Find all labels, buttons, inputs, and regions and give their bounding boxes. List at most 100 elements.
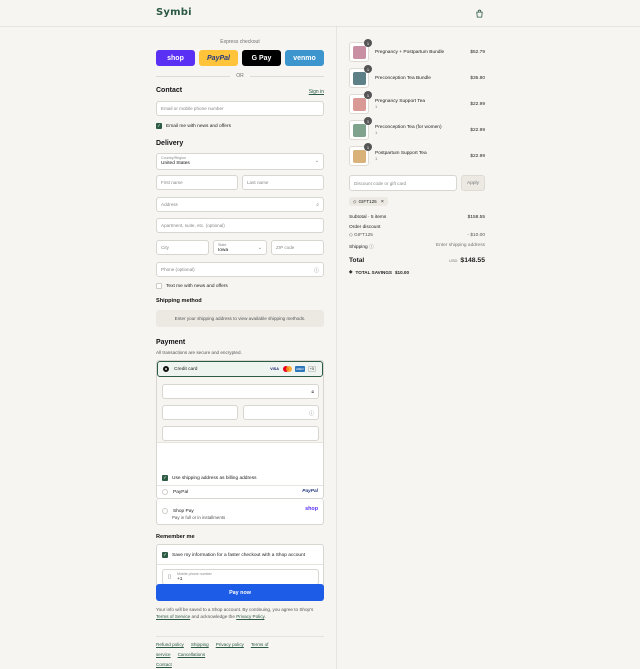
privacy-policy-footer-link[interactable]: Privacy policy	[216, 642, 244, 647]
shipping-row: Shipping ⓘ Enter shipping address	[349, 243, 485, 250]
lock-icon: 🔒︎	[311, 389, 314, 395]
product-thumbnail: 1	[349, 117, 372, 140]
quantity-badge: 1	[364, 117, 372, 125]
product-thumbnail: 1	[349, 91, 372, 114]
subtotal-row: Subtotal · 5 items $158.55	[349, 215, 485, 220]
refund-policy-link[interactable]: Refund policy	[156, 642, 184, 647]
cancellations-link[interactable]: Cancellations	[178, 652, 206, 657]
name-on-card-input[interactable]	[162, 426, 319, 441]
zip-input[interactable]: ZIP code	[271, 240, 324, 255]
first-name-input[interactable]: First name	[156, 175, 238, 190]
header: Symbi	[0, 0, 640, 27]
line-item: 1 Pregnancy + Postpartum Bundle $52.79	[349, 39, 485, 63]
column-divider	[336, 27, 337, 669]
contact-title: Contact	[156, 87, 183, 94]
apply-button[interactable]: Apply	[461, 175, 485, 191]
search-icon: ⌕	[316, 202, 319, 208]
pay-now-button[interactable]: Pay now	[156, 584, 324, 601]
mobile-phone-input[interactable]: ▯ Mobile phone number +1	[162, 569, 319, 585]
contact-link[interactable]: Contact	[156, 662, 172, 667]
logo[interactable]: Symbi	[156, 7, 192, 18]
paypal-logo: PayPal	[302, 489, 318, 494]
help-icon[interactable]: ⓘ	[314, 267, 319, 274]
shipping-link[interactable]: Shipping	[191, 642, 209, 647]
order-discount-label: Order discount	[349, 225, 381, 230]
tag-icon: ◈	[349, 269, 353, 274]
discount-row: ◇ GIFT125- $10.00	[349, 233, 485, 238]
last-name-input[interactable]: Last name	[242, 175, 324, 190]
address-input[interactable]: Address ⌕	[156, 197, 324, 212]
delivery-title: Delivery	[156, 140, 184, 147]
product-thumbnail: 1	[349, 65, 372, 88]
product-thumbnail: 1	[349, 143, 372, 166]
email-news-checkbox[interactable]: ✓ Email me with news and offers	[156, 123, 231, 129]
quantity-badge: 1	[364, 143, 372, 151]
shop-pay-button[interactable]: shop	[156, 50, 195, 66]
shop-pay-option[interactable]: Shop Pay Pay in full or in installments …	[156, 499, 324, 525]
terms-of-service-link[interactable]: Terms of Service	[156, 614, 190, 619]
line-item: 1 Preconception Tea (for women) 1 $22.99	[349, 117, 485, 141]
country-select[interactable]: Country/Region United States ⌄	[156, 153, 324, 170]
shipping-info: Enter your shipping address to view avai…	[156, 310, 324, 327]
paypal-option[interactable]: PayPal	[162, 489, 188, 495]
phone-input[interactable]: Phone (optional) ⓘ	[156, 262, 324, 277]
payment-title: Payment	[156, 339, 186, 346]
card-details: 🔒︎ ⓘ	[157, 377, 323, 443]
city-input[interactable]: City	[156, 240, 209, 255]
quantity-badge: 1	[364, 39, 372, 47]
billing-same-checkbox[interactable]: ✓ Use shipping address as billing address	[162, 475, 257, 481]
state-select[interactable]: State Iowa ⌄	[213, 240, 267, 255]
privacy-policy-link[interactable]: Privacy Policy	[236, 614, 264, 619]
product-price: $36.80	[470, 75, 485, 81]
venmo-button[interactable]: venmo	[285, 50, 324, 66]
product-name: Preconception Tea Bundle	[375, 75, 431, 81]
phone-icon: ▯	[168, 574, 172, 580]
payment-methods: Credit card VISA AMEX +5 🔒︎ ⓘ ✓ Use shipp…	[156, 360, 324, 499]
more-cards-badge: +5	[307, 366, 316, 372]
product-price: $22.99	[470, 127, 485, 133]
check-icon: ✓	[156, 123, 162, 129]
expiry-input[interactable]	[162, 405, 238, 420]
visa-icon: VISA	[270, 367, 279, 371]
product-price: $22.99	[470, 101, 485, 107]
email-input[interactable]: Email or mobile phone number	[156, 101, 324, 116]
shipping-method-title: Shipping method	[156, 298, 202, 304]
line-item: 1 Pregnancy Support Tea 1 $22.99	[349, 91, 485, 115]
quantity-badge: 1	[364, 91, 372, 99]
discount-input[interactable]: Discount code or gift card	[349, 175, 457, 191]
security-code-input[interactable]: ⓘ	[243, 405, 319, 420]
help-icon[interactable]: ⓘ	[368, 245, 374, 250]
product-variant: 1	[375, 130, 378, 135]
text-news-checkbox[interactable]: Text me with news and offers	[156, 283, 228, 289]
remove-code-icon[interactable]: ×	[381, 199, 384, 205]
product-variant: 1	[375, 104, 378, 109]
product-price: $22.99	[470, 153, 485, 159]
help-icon[interactable]: ⓘ	[309, 410, 314, 417]
line-item: 1 Preconception Tea Bundle $36.80	[349, 65, 485, 89]
sign-in-link[interactable]: Sign in	[309, 89, 324, 95]
shopping-bag-icon[interactable]	[475, 9, 484, 18]
express-checkout-label: Express checkout	[220, 39, 260, 45]
chevron-down-icon: ⌄	[257, 245, 262, 251]
google-pay-button[interactable]: G Pay	[242, 50, 281, 66]
product-thumbnail: 1	[349, 39, 372, 62]
applied-code-tag: ◇ GIFT125 ×	[349, 197, 388, 206]
tag-icon: ◇	[353, 198, 357, 204]
footer-links: Refund policy Shipping Privacy policy Terms…	[156, 640, 324, 669]
product-name: Pregnancy + Postpartum Bundle	[375, 49, 445, 55]
legal-text: Your info will be saved to a Shop accoun…	[156, 607, 314, 619]
check-icon: ✓	[162, 552, 168, 558]
mastercard-icon	[282, 366, 292, 372]
save-info-checkbox[interactable]: ✓ Save my information for a faster checko…	[162, 552, 305, 558]
payment-subtitle: All transactions are secure and encrypte…	[156, 350, 242, 355]
paypal-button[interactable]: PayPal	[199, 50, 238, 66]
card-number-input[interactable]: 🔒︎	[162, 384, 319, 399]
chevron-down-icon: ⌄	[314, 158, 319, 164]
check-icon: ✓	[162, 475, 168, 481]
total-row: Total USD $148.55	[349, 257, 485, 264]
credit-card-option[interactable]: Credit card VISA AMEX +5	[157, 361, 323, 377]
apartment-input[interactable]: Apartment, suite, etc. (optional)	[156, 218, 324, 233]
product-price: $52.79	[470, 49, 485, 55]
amex-icon: AMEX	[294, 366, 305, 372]
total-savings: ◈ TOTAL SAVINGS $10.00	[349, 269, 410, 275]
